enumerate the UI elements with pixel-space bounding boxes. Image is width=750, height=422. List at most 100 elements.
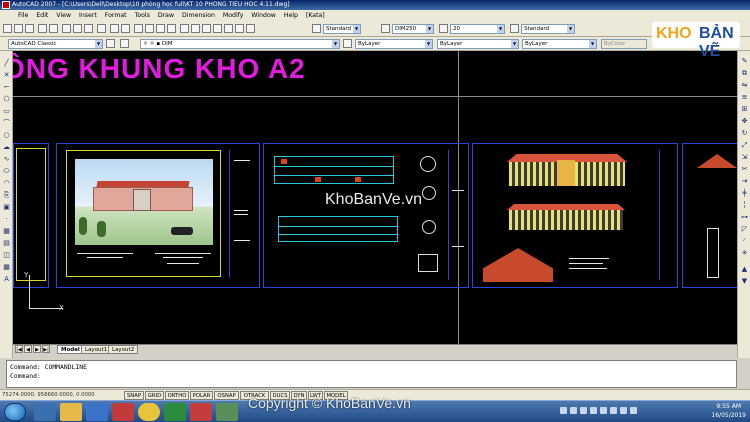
color-combo[interactable]: ByLayer ▼ [355,39,433,49]
scroll-down-icon[interactable]: ▼ [740,277,749,286]
tool-palettes-icon[interactable] [202,24,211,33]
chevron-down-icon[interactable]: ▼ [567,25,574,33]
save-icon[interactable] [25,24,34,33]
tray-icon[interactable] [610,407,617,414]
insert-block-icon[interactable]: ⎘ [2,191,11,200]
redo-icon[interactable] [121,24,130,33]
menu-window[interactable]: Window [247,10,279,21]
chevron-down-icon[interactable]: ▼ [589,40,596,48]
region-icon[interactable]: ◫ [2,251,11,260]
make-object-layer-current-icon[interactable] [343,39,352,48]
paste-icon[interactable] [84,24,93,33]
break-icon[interactable]: ╎ [740,201,749,210]
match-properties-icon[interactable] [97,24,106,33]
chevron-down-icon[interactable]: ▼ [95,40,102,48]
make-block-icon[interactable]: ▣ [2,203,11,212]
text-style-icon[interactable] [312,24,321,33]
tab-model[interactable]: Model [57,345,84,354]
snap-toggle[interactable]: SNAP [124,391,144,400]
plotstyle-combo[interactable]: ByColor [601,39,647,49]
chrome-icon[interactable] [138,403,160,421]
table-style-icon[interactable] [439,24,448,33]
tray-icon[interactable] [590,407,597,414]
ellipse-arc-icon[interactable]: ◠ [2,179,11,188]
tray-icon[interactable] [620,407,627,414]
polar-toggle[interactable]: POLAR [190,391,213,400]
chevron-down-icon[interactable]: ▼ [511,40,518,48]
line-icon[interactable]: ╱ [2,59,11,68]
workspace-settings-icon[interactable] [106,39,115,48]
plot-icon[interactable] [38,24,47,33]
sheet-set-icon[interactable] [213,24,222,33]
rectangle-icon[interactable]: ▭ [2,107,11,116]
spline-icon[interactable]: ∿ [2,155,11,164]
layer-properties-icon[interactable] [120,39,129,48]
chamfer-icon[interactable]: ◸ [740,225,749,234]
multileader-style-icon[interactable] [510,24,519,33]
cut-icon[interactable] [62,24,71,33]
table-icon[interactable]: ▦ [2,263,11,272]
arc-icon[interactable]: ⌒ [2,119,11,128]
quickcalc-icon[interactable] [235,24,244,33]
workspace-combo[interactable]: AutoCAD Classic ▼ [8,39,103,49]
app-icon[interactable] [164,403,186,421]
menu-help[interactable]: Help [280,10,302,21]
point-icon[interactable]: · [2,215,11,224]
copy-object-icon[interactable]: ⧉ [740,69,749,78]
polyline-icon[interactable]: ⌐ [2,83,11,92]
menu-draw[interactable]: Draw [154,10,178,21]
previous-tab-icon[interactable]: ◀ [24,345,32,353]
menu-insert[interactable]: Insert [75,10,101,21]
autocad-taskbar-icon[interactable] [216,403,238,421]
menu-view[interactable]: View [52,10,75,21]
open-file-icon[interactable] [14,24,23,33]
menu-modify[interactable]: Modify [219,10,248,21]
osnap-toggle[interactable]: OSNAP [214,391,239,400]
textstyle-combo[interactable]: Standard ▼ [323,24,361,34]
extend-icon[interactable]: ⇥ [740,177,749,186]
tray-icon[interactable] [600,407,607,414]
design-center-icon[interactable] [191,24,200,33]
word-icon[interactable] [86,403,108,421]
command-window[interactable]: Command: COMMANDLINE Command: [6,360,737,388]
revision-cloud-icon[interactable]: ☁ [2,143,11,152]
linetype-combo[interactable]: ByLayer ▼ [437,39,519,49]
system-clock[interactable]: 9:55 AM 16/05/2019 [711,402,746,420]
print-preview-icon[interactable] [49,24,58,33]
media-icon[interactable] [112,403,134,421]
array-icon[interactable]: ⊞ [740,105,749,114]
ie-icon[interactable] [34,403,56,421]
new-file-icon[interactable] [3,24,12,33]
menu-tools[interactable]: Tools [131,10,154,21]
hatch-icon[interactable]: ▦ [2,227,11,236]
undo-icon[interactable] [110,24,119,33]
zoom-previous-icon[interactable] [167,24,176,33]
dimension-style-icon[interactable] [381,24,390,33]
offset-icon[interactable]: ≡ [740,93,749,102]
break-at-point-icon[interactable]: ╪ [740,189,749,198]
dimstyle-combo[interactable]: DIM250 ▼ [392,24,434,34]
tab-layout2[interactable]: Layout2 [108,345,139,354]
next-tab-icon[interactable]: ▶ [33,345,41,353]
chevron-down-icon[interactable]: ▼ [332,40,339,48]
move-icon[interactable]: ✥ [740,117,749,126]
file-explorer-icon[interactable] [60,403,82,421]
zoom-window-icon[interactable] [156,24,165,33]
scale-icon[interactable]: ⤢ [740,141,749,150]
last-tab-icon[interactable]: ▶| [42,345,50,353]
lineweight-combo[interactable]: ByLayer ▼ [522,39,597,49]
command-prompt[interactable]: Command: [10,372,733,381]
construction-line-icon[interactable]: ✕ [2,71,11,80]
ortho-toggle[interactable]: ORTHO [165,391,189,400]
join-icon[interactable]: ⊶ [740,213,749,222]
scroll-up-icon[interactable]: ▲ [740,265,749,274]
tray-icon[interactable] [570,407,577,414]
start-button[interactable] [4,403,26,421]
autocad-app-icon[interactable] [2,1,10,9]
drawing-canvas[interactable]: ÔNG KHUNG KHO A2 KhoBanVe.vn Y X [13,51,737,344]
menu-dimension[interactable]: Dimension [178,10,219,21]
layer-combo[interactable]: ☼ ☼ ▪ DIM ▼ [140,39,340,49]
fillet-icon[interactable]: ◜ [740,237,749,246]
polygon-icon[interactable]: ⬠ [2,95,11,104]
properties-icon[interactable] [180,24,189,33]
